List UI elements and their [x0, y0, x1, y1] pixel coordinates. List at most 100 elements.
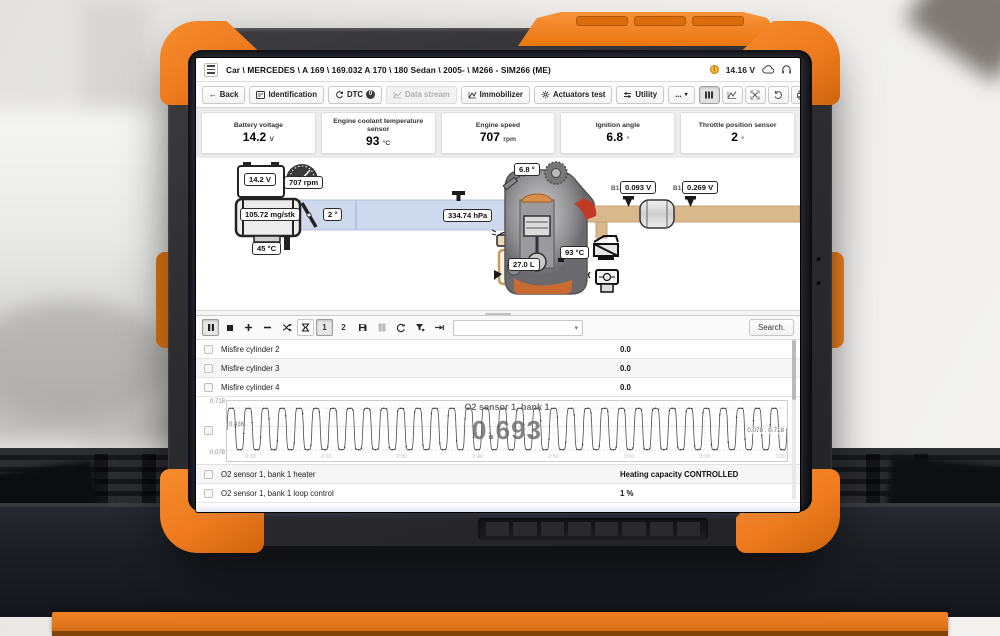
row-checkbox[interactable] — [204, 364, 213, 373]
vehicle-voltage: 14.16 V — [726, 65, 755, 75]
svg-text:2:40: 2:40 — [472, 454, 483, 460]
chevron-down-icon: ▾ — [574, 324, 578, 332]
search-button[interactable]: Search. — [749, 319, 794, 336]
chart-view-button[interactable] — [722, 86, 743, 104]
bank-label: B1 — [611, 185, 619, 192]
diagram-battery-value: 14.2 V — [244, 173, 276, 186]
svg-text:2:10: 2:10 — [245, 454, 256, 460]
param-card-throttle[interactable]: Throttle position sensor 2 ° — [680, 112, 795, 154]
bank-label: B1 — [673, 185, 681, 192]
screen-bottom-glow — [196, 504, 800, 512]
dtc-count-badge: 0 — [366, 90, 375, 99]
o2-sensor-chart[interactable]: 0.718 0.436 0.078 O2 sensor 1, bank 1 0.… — [226, 400, 788, 462]
cloud-icon[interactable] — [762, 65, 774, 74]
chart-title: O2 sensor 1, bank 1 — [227, 402, 787, 412]
row-checkbox[interactable] — [204, 426, 213, 435]
row-checkbox[interactable] — [204, 470, 213, 479]
diagram-rpm-value: 707 rpm — [284, 176, 323, 189]
filter-button[interactable] — [411, 319, 428, 336]
svg-text:3:00: 3:00 — [624, 454, 635, 460]
stop-icon — [226, 324, 234, 332]
pause-button[interactable] — [202, 319, 219, 336]
param-card-battery[interactable]: Battery voltage 14.2 V — [201, 112, 316, 154]
more-button[interactable]: ...▾ — [668, 86, 695, 104]
row-checkbox[interactable] — [204, 489, 213, 498]
hourglass-icon — [301, 323, 310, 332]
immobilizer-icon — [468, 91, 477, 99]
utility-sliders-icon — [623, 91, 632, 99]
reset-button[interactable] — [768, 86, 789, 104]
fullscreen-button[interactable] — [745, 86, 766, 104]
group-select-dropdown[interactable]: ▾ — [453, 320, 583, 336]
param-card-rpm[interactable]: Engine speed 707 rpm — [441, 112, 556, 154]
grid-view-button[interactable] — [699, 86, 720, 104]
record-pause-button[interactable] — [373, 319, 390, 336]
row-checkbox[interactable] — [204, 383, 213, 392]
table-row[interactable]: O2 sensor 1, bank 1 loop control 1 % — [196, 484, 800, 503]
dtc-button[interactable]: DTC 0 — [328, 86, 382, 104]
o2-sensor-pre-icon — [623, 196, 634, 207]
refresh-button[interactable] — [392, 319, 409, 336]
vehicle-breadcrumb: Car \ MERCEDES \ A 169 \ 169.032 A 170 \… — [226, 65, 551, 75]
save-button[interactable] — [354, 319, 371, 336]
table-row[interactable]: Misfire cylinder 4 0.0 — [196, 378, 800, 397]
battery-warning-icon[interactable]: ! — [710, 65, 719, 74]
scrollbar-thumb[interactable] — [792, 340, 796, 400]
tablet-mic-dot — [816, 256, 821, 261]
app-header: Car \ MERCEDES \ A 169 \ 169.032 A 170 \… — [196, 58, 800, 82]
diagram-maf-value: 105.72 mg/stk — [240, 208, 300, 221]
plus-icon — [244, 323, 253, 332]
immobilizer-button[interactable]: Immobilizer — [461, 86, 530, 104]
goto-end-button[interactable] — [430, 319, 447, 336]
menu-icon[interactable] — [204, 63, 218, 77]
tablet-hardware-button[interactable] — [576, 16, 628, 26]
save-icon — [358, 323, 367, 332]
headset-icon[interactable] — [781, 64, 792, 75]
view-1-button[interactable]: 1 — [316, 319, 333, 336]
main-toolbar: ←Back Identification DTC 0 Data stream I… — [196, 82, 800, 108]
shuffle-button[interactable] — [278, 319, 295, 336]
data-stream-button[interactable]: Data stream — [386, 86, 457, 104]
tablet-hardware-button[interactable] — [634, 16, 686, 26]
printer-icon — [796, 90, 800, 100]
divider-grip[interactable] — [485, 313, 511, 316]
exhaust-pipe — [586, 206, 800, 238]
row-checkbox[interactable] — [204, 345, 213, 354]
view-2-button[interactable]: 2 — [335, 319, 352, 336]
y-axis-tick: 0.718 — [201, 399, 225, 405]
refresh-icon — [396, 323, 406, 333]
sampling-button[interactable] — [297, 319, 314, 336]
pause-icon — [207, 323, 215, 332]
table-row[interactable]: Misfire cylinder 2 0.0 — [196, 340, 800, 359]
id-card-icon — [256, 91, 265, 99]
svg-text:3:10: 3:10 — [699, 454, 710, 460]
param-card-ignition[interactable]: Ignition angle 6.8 ° — [560, 112, 675, 154]
engine-block-icon — [494, 162, 596, 294]
o2-sensor-chart-row[interactable]: 0.718 0.436 0.078 O2 sensor 1, bank 1 0.… — [196, 397, 800, 465]
svg-text:2:20: 2:20 — [321, 454, 332, 460]
table-row[interactable]: Misfire cylinder 3 0.0 — [196, 359, 800, 378]
actuators-test-button[interactable]: Actuators test — [534, 86, 612, 104]
svg-text:2:30: 2:30 — [397, 454, 408, 460]
stop-button[interactable] — [221, 319, 238, 336]
diagram-throttle-value: 2 ° — [323, 208, 342, 221]
tablet-camera-dot — [816, 280, 821, 285]
tablet-connector-strip — [478, 518, 708, 540]
ecu-icon — [589, 270, 619, 292]
param-card-coolant[interactable]: Engine coolant temperature sensor 93 °C — [321, 112, 436, 154]
identification-button[interactable]: Identification — [249, 86, 324, 104]
dtc-icon — [335, 91, 344, 99]
utility-button[interactable]: Utility — [616, 86, 664, 104]
back-button[interactable]: ←Back — [202, 86, 245, 104]
pause-icon — [378, 323, 386, 332]
tablet-hardware-button[interactable] — [692, 16, 744, 26]
print-button[interactable] — [791, 86, 800, 104]
background-corner-shape — [904, 0, 1000, 83]
svg-text:2:50: 2:50 — [548, 454, 559, 460]
diagram-ignition-value: 6.8 ° — [514, 163, 540, 176]
zoom-out-button[interactable] — [259, 319, 276, 336]
table-row[interactable]: O2 sensor 1, bank 1 heater Heating capac… — [196, 465, 800, 484]
zoom-in-button[interactable] — [240, 319, 257, 336]
list-scrollbar[interactable] — [792, 340, 796, 499]
expand-icon — [750, 90, 760, 100]
